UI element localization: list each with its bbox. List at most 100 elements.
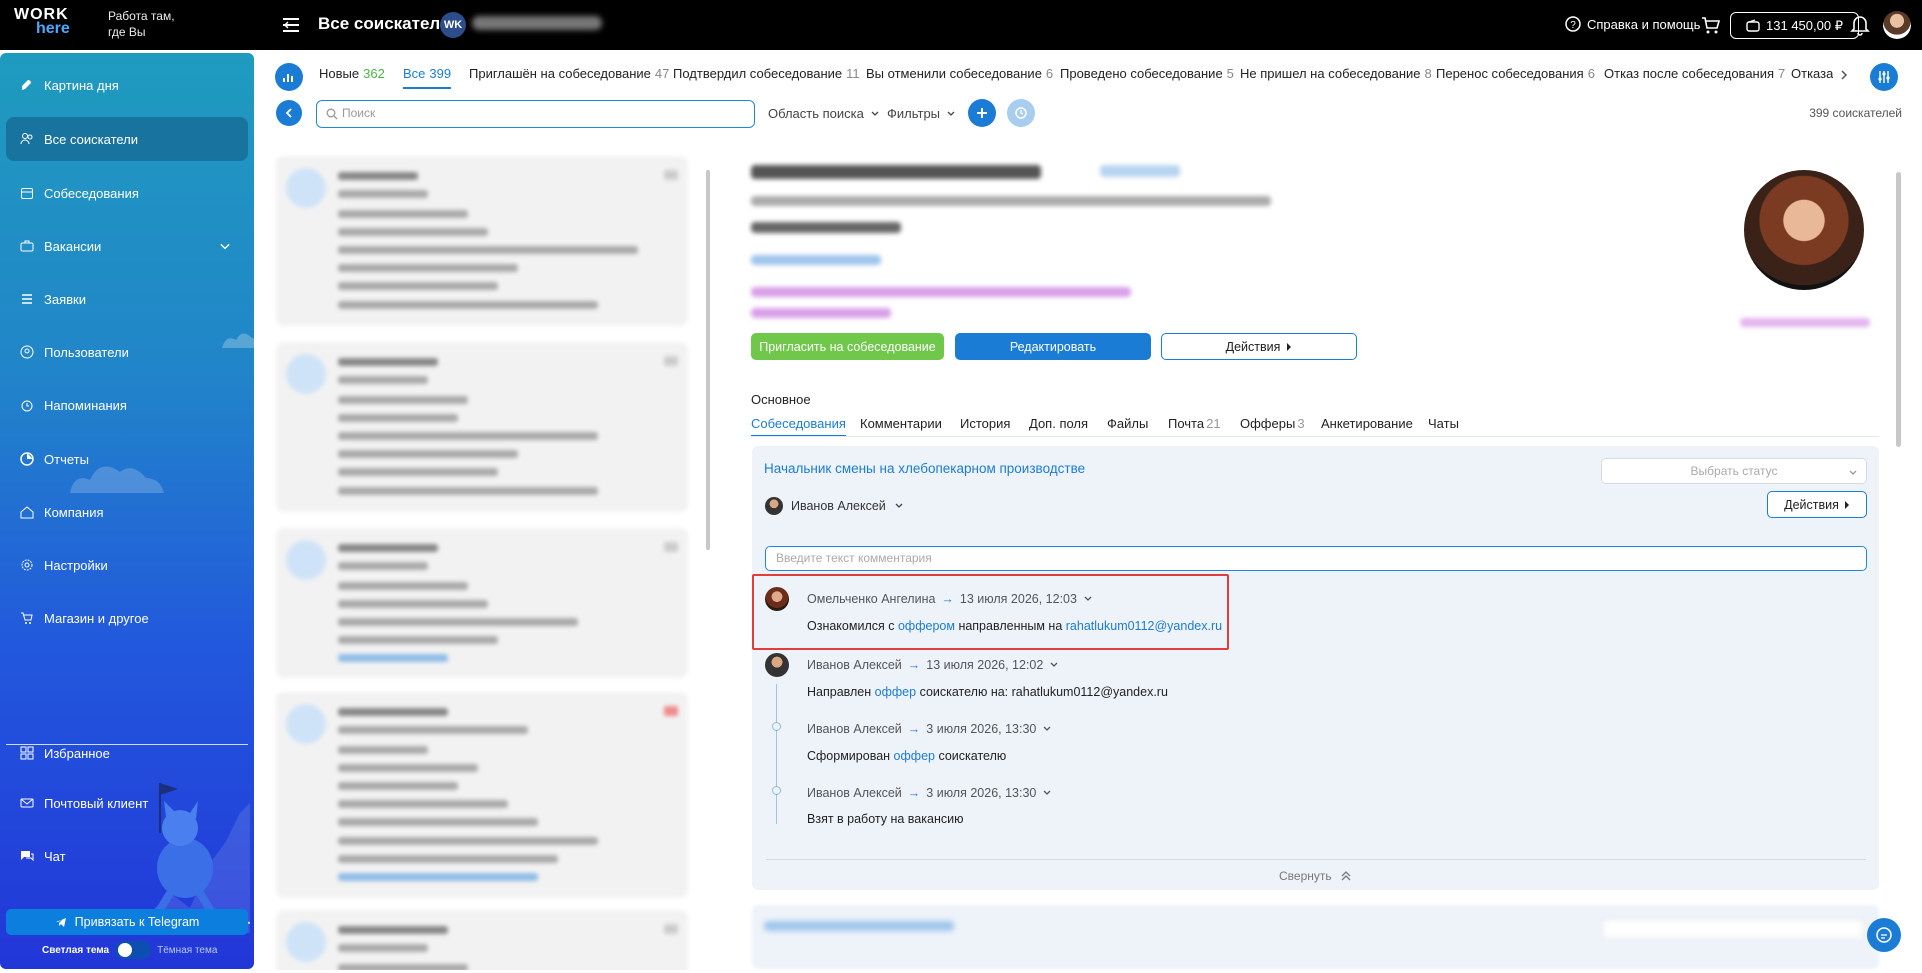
- tab-mail[interactable]: Почта 21: [1168, 416, 1221, 431]
- company-avatar[interactable]: WK: [440, 12, 466, 38]
- chevron-down-icon[interactable]: [1049, 660, 1059, 670]
- responsible-dropdown[interactable]: Иванов Алексей: [765, 497, 904, 515]
- sidebar-item-dashboard[interactable]: Картина дня: [6, 63, 248, 107]
- arrow-right-icon: →: [907, 722, 921, 736]
- tab-conducted[interactable]: Проведено собеседование 5: [1060, 66, 1234, 81]
- tab-chats[interactable]: Чаты: [1428, 416, 1459, 431]
- list-item[interactable]: [276, 342, 688, 512]
- tab-files[interactable]: Файлы: [1107, 416, 1148, 431]
- tab-surveys[interactable]: Анкетирование: [1321, 416, 1413, 431]
- list-item[interactable]: [276, 156, 688, 326]
- tab-all[interactable]: Все 399: [403, 66, 452, 89]
- user-avatar[interactable]: [1883, 11, 1911, 39]
- section-title: Основное: [751, 392, 811, 407]
- timeline-line: [776, 684, 777, 824]
- tabs-next-button[interactable]: [1834, 62, 1854, 88]
- tab-offers[interactable]: Офферы 3: [1240, 416, 1305, 431]
- balance-value: 131 450,00 ₽: [1766, 17, 1843, 33]
- add-candidate-button[interactable]: [968, 99, 996, 127]
- company-name-blurred: [472, 16, 602, 30]
- sidebar-item-label: Чат: [44, 848, 66, 864]
- comment-input[interactable]: Введите текст комментария: [765, 546, 1867, 571]
- event-header: Иванов Алексей → 3 июля 2026, 13:30: [807, 786, 1052, 800]
- sidebar-item-reminders[interactable]: Напоминания: [6, 383, 248, 427]
- sidebar-item-settings[interactable]: Настройки: [6, 543, 248, 587]
- support-chat-button[interactable]: [1867, 918, 1901, 952]
- sidebar-item-candidates[interactable]: Все соискатели: [6, 117, 248, 161]
- tab-interviews[interactable]: Собеседования: [751, 416, 846, 437]
- tab-rejected-after[interactable]: Отказ после собеседования 7: [1604, 66, 1785, 81]
- tab-confirmed[interactable]: Подтвердил собеседование 11: [673, 66, 860, 81]
- list-scrollbar[interactable]: [706, 170, 710, 550]
- balance-button[interactable]: 131 450,00 ₽: [1730, 12, 1859, 39]
- search-placeholder: Поиск: [342, 106, 376, 120]
- sidebar-item-vacancies[interactable]: Вакансии: [6, 224, 248, 268]
- chevron-left-icon: [285, 108, 292, 118]
- status-select[interactable]: Выбрать статус: [1601, 458, 1867, 484]
- tab-rescheduled[interactable]: Перенос собеседования 6: [1436, 66, 1595, 81]
- menu-toggle-icon[interactable]: [280, 14, 302, 36]
- rocket-icon: [22, 80, 31, 90]
- event-text: Направлен оффер соискателю на: rahatluku…: [807, 685, 1168, 699]
- tab-label: Не пришел на собеседование: [1240, 66, 1421, 81]
- theme-light-label: Светлая тема: [42, 944, 110, 956]
- sidebar-item-users[interactable]: Пользователи: [6, 330, 248, 374]
- sidebar-item-requests[interactable]: Заявки: [6, 277, 248, 321]
- help-link[interactable]: ? Справка и помощь: [1565, 16, 1700, 32]
- tab-label: Вы отменили собеседование: [866, 66, 1042, 81]
- vacancy-title[interactable]: Начальник смены на хлебопекарном произво…: [764, 461, 1085, 476]
- interview-actions-button[interactable]: Действия: [1767, 491, 1867, 518]
- detail-scrollbar[interactable]: [1896, 172, 1901, 447]
- chevron-down-icon[interactable]: [1042, 788, 1052, 798]
- tab-invited[interactable]: Приглашён на собеседование 47: [469, 66, 669, 81]
- chevron-down-icon[interactable]: [1042, 724, 1052, 734]
- briefcase-icon: [20, 240, 34, 252]
- help-label: Справка и помощь: [1587, 16, 1701, 32]
- owner-name: Иванов Алексей: [791, 499, 886, 513]
- tab-cancelled[interactable]: Вы отменили собеседование 6: [866, 66, 1053, 81]
- offer-link[interactable]: оффер: [875, 685, 916, 699]
- sidebar-item-mail[interactable]: Почтовый клиент: [6, 781, 248, 825]
- sidebar-item-reports[interactable]: Отчеты: [6, 437, 248, 481]
- search-input[interactable]: Поиск: [316, 100, 755, 128]
- tab-count: 362: [363, 66, 385, 81]
- telegram-link-button[interactable]: Привязать к Telegram: [6, 909, 248, 935]
- sidebar-item-interviews[interactable]: Собеседования: [6, 171, 248, 215]
- alarm-icon: [21, 400, 33, 412]
- bell-icon[interactable]: [1850, 14, 1870, 36]
- tab-history[interactable]: История: [960, 416, 1010, 431]
- event-author: Иванов Алексей: [807, 786, 902, 800]
- tab-label: Почта: [1168, 416, 1205, 431]
- back-button[interactable]: [276, 100, 302, 126]
- logo[interactable]: WORK here: [14, 7, 78, 40]
- list-item[interactable]: [276, 910, 688, 970]
- search-area-dropdown[interactable]: Область поиска: [768, 106, 880, 121]
- list-item[interactable]: [276, 528, 688, 678]
- tab-comments[interactable]: Комментарии: [860, 416, 942, 431]
- edit-button[interactable]: Редактировать: [955, 333, 1151, 360]
- actions-button[interactable]: Действия: [1161, 333, 1357, 360]
- history-button[interactable]: [1007, 99, 1035, 127]
- tab-new[interactable]: Новые 362: [319, 66, 385, 81]
- sidebar-item-shop[interactable]: Магазин и другое: [6, 596, 248, 640]
- sidebar-item-favorites[interactable]: Избранное: [6, 731, 248, 775]
- sidebar-item-company[interactable]: Компания: [6, 490, 248, 534]
- settings-tabs-button[interactable]: [1870, 63, 1898, 91]
- tab-label: Отказ после собеседования: [1604, 66, 1775, 81]
- tab-declined[interactable]: Отказал: [1791, 66, 1833, 81]
- tab-label: Новые: [319, 66, 360, 81]
- invite-button[interactable]: Пригласить на собеседование: [751, 333, 944, 360]
- chevron-down-icon: [220, 243, 230, 250]
- filters-dropdown[interactable]: Фильтры: [887, 106, 956, 121]
- list-item[interactable]: [276, 692, 688, 898]
- collapse-button[interactable]: Свернуть: [1279, 869, 1352, 883]
- tab-label: История: [960, 416, 1011, 431]
- cart-icon[interactable]: [1700, 14, 1722, 36]
- tab-extra-fields[interactable]: Доп. поля: [1029, 416, 1088, 431]
- theme-switch[interactable]: [115, 941, 152, 959]
- tab-no-show[interactable]: Не пришел на собеседование 8: [1240, 66, 1432, 81]
- sliders-icon: [1878, 71, 1890, 83]
- offer-link[interactable]: оффер: [894, 749, 935, 763]
- theme-toggle-row: Светлая тема Тёмная тема: [42, 941, 217, 959]
- sidebar-item-chat[interactable]: Чат: [6, 834, 248, 878]
